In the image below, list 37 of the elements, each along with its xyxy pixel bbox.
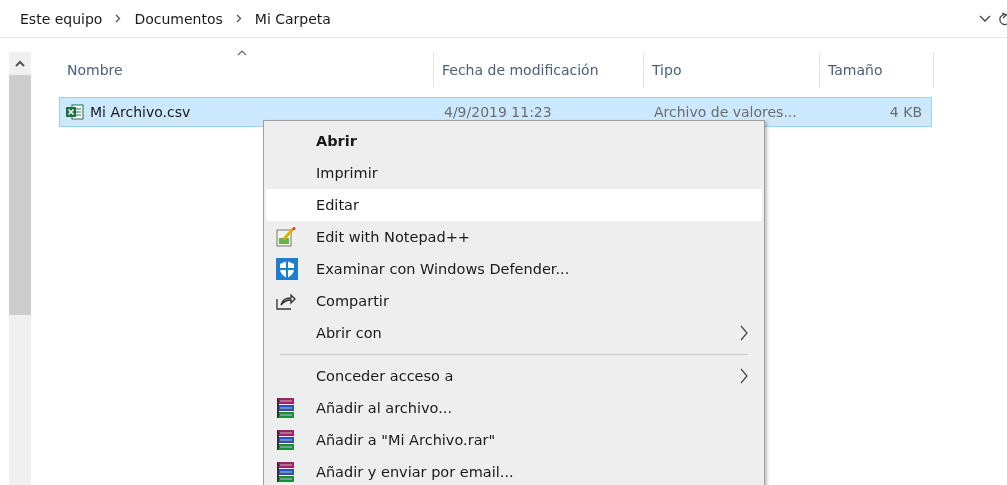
shield-icon — [276, 258, 298, 280]
menu-item[interactable]: Edit with Notepad++ — [266, 221, 762, 253]
breadcrumb-item[interactable]: Este equipo — [18, 10, 105, 27]
column-header[interactable]: Fecha de modificación — [434, 52, 644, 88]
menu-item[interactable]: Añadir y enviar por email... — [266, 456, 762, 485]
spreadsheet-file-icon — [66, 104, 84, 120]
refresh-icon[interactable] — [999, 11, 1007, 26]
archive-books-icon — [276, 397, 296, 419]
column-header[interactable]: Tipo — [644, 52, 820, 88]
menu-item[interactable]: Imprimir — [266, 157, 762, 189]
scroll-up-icon[interactable] — [15, 60, 25, 67]
menu-item[interactable]: Abrir — [266, 125, 762, 157]
sort-ascending-icon — [236, 50, 247, 56]
menu-item[interactable]: Conceder acceso a — [266, 360, 762, 392]
notepad-icon — [276, 227, 296, 247]
file-name: Mi Archivo.csv — [90, 104, 191, 120]
breadcrumb-item[interactable]: Documentos — [132, 10, 225, 27]
archive-books-icon — [276, 429, 296, 451]
breadcrumb-item[interactable]: Mi Carpeta — [252, 10, 333, 27]
size-cell-text: 4 KB — [888, 104, 922, 120]
menu-item[interactable]: Abrir con — [266, 317, 762, 349]
chevron-right-icon — [115, 14, 122, 23]
menu-item[interactable]: Añadir al archivo... — [266, 392, 762, 424]
scrollbar[interactable] — [9, 52, 31, 485]
menu-item[interactable]: Compartir — [266, 285, 762, 317]
type-cell-text: Archivo de valores... — [654, 104, 798, 120]
column-header[interactable]: Tamaño — [820, 52, 934, 88]
chevron-down-icon[interactable] — [979, 14, 991, 23]
chevron-right-icon — [235, 14, 242, 23]
archive-books-icon — [276, 461, 296, 483]
date-cell-text: 4/9/2019 11:23 — [444, 104, 553, 120]
share-icon — [276, 292, 296, 310]
column-header[interactable]: Nombre — [40, 52, 434, 88]
scroll-thumb[interactable] — [9, 75, 31, 315]
menu-item[interactable]: Examinar con Windows Defender... — [266, 253, 762, 285]
menu-item[interactable]: Editar — [266, 189, 762, 221]
menu-item[interactable]: Añadir a "Mi Archivo.rar" — [266, 424, 762, 456]
